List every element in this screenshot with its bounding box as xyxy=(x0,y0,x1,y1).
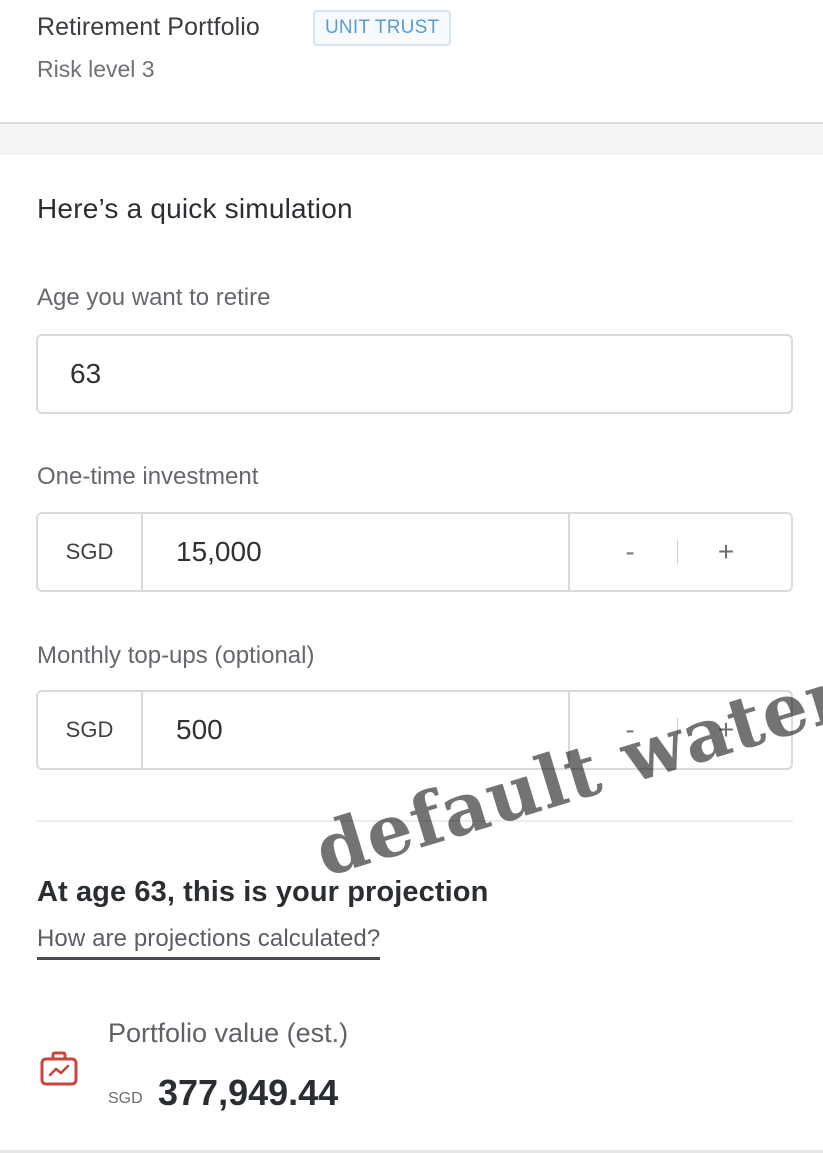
retire-age-label: Age you want to retire xyxy=(37,284,271,311)
portfolio-value-currency: SGD xyxy=(108,1090,143,1107)
one-time-investment-label: One-time investment xyxy=(37,463,259,490)
risk-level: Risk level 3 xyxy=(37,56,155,82)
section-divider xyxy=(0,122,823,154)
briefcase-chart-icon xyxy=(40,1051,78,1086)
fund-header: Retirement Portfolio UNIT TRUST Risk lev… xyxy=(0,0,823,122)
monthly-topup-label: Monthly top-ups (optional) xyxy=(37,642,315,669)
monthly-stepper: - + xyxy=(568,692,791,768)
retire-age-input[interactable]: 63 xyxy=(36,334,793,414)
simulation-title: Here’s a quick simulation xyxy=(37,193,353,224)
fund-name: Retirement Portfolio xyxy=(37,13,260,41)
retire-age-value: 63 xyxy=(70,358,102,389)
monthly-decrement-button[interactable]: - xyxy=(580,692,680,768)
monthly-currency: SGD xyxy=(38,692,143,768)
monthly-topup-input[interactable]: 500 xyxy=(176,692,223,768)
one-time-currency: SGD xyxy=(38,514,143,590)
one-time-stepper: - + xyxy=(568,514,791,590)
one-time-decrement-button[interactable]: - xyxy=(580,514,680,590)
result-divider xyxy=(36,820,793,822)
monthly-increment-button[interactable]: + xyxy=(676,692,776,768)
one-time-investment-field: SGD 15,000 - + xyxy=(36,512,793,592)
portfolio-value-amount: 377,949.44 xyxy=(158,1072,339,1113)
one-time-increment-button[interactable]: + xyxy=(676,514,776,590)
one-time-investment-input[interactable]: 15,000 xyxy=(176,514,262,590)
projection-title: At age 63, this is your projection xyxy=(37,876,489,908)
monthly-topup-field: SGD 500 - + xyxy=(36,690,793,770)
portfolio-value-label: Portfolio value (est.) xyxy=(108,1018,349,1048)
fund-type-badge: UNIT TRUST xyxy=(313,10,452,46)
projection-info-link[interactable]: How are projections calculated? xyxy=(37,925,381,960)
